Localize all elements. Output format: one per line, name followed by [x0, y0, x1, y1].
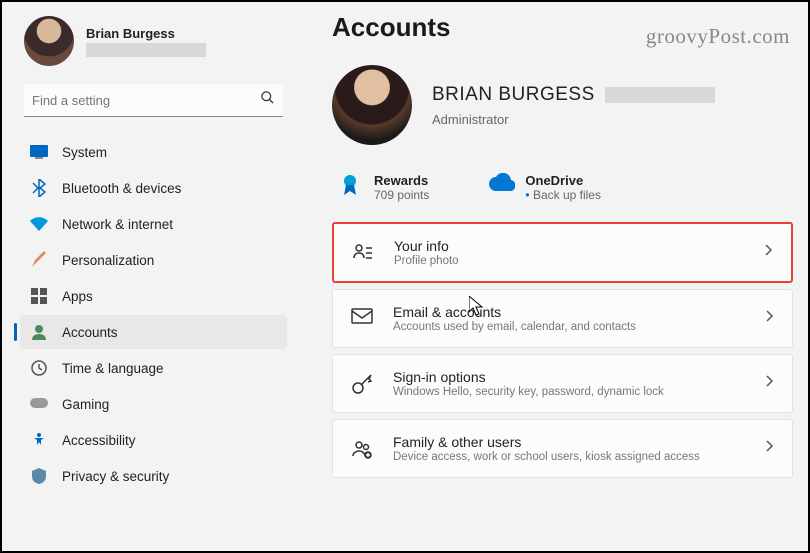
- chevron-right-icon: [764, 309, 774, 328]
- wifi-icon: [30, 215, 48, 233]
- sidebar-item-label: Privacy & security: [62, 469, 169, 484]
- mail-icon: [351, 308, 373, 330]
- account-name: BRIAN BURGESS: [432, 84, 595, 106]
- card-your-info[interactable]: Your info Profile photo: [332, 222, 793, 283]
- user-name: Brian Burgess: [86, 26, 206, 41]
- card-email-accounts[interactable]: Email & accounts Accounts used by email,…: [332, 289, 793, 348]
- bluetooth-icon: [30, 179, 48, 197]
- rewards-icon: [338, 173, 362, 197]
- profile-icon: [352, 242, 374, 264]
- sidebar-item-system[interactable]: System: [20, 135, 287, 169]
- onedrive-stat[interactable]: OneDrive Back up files: [489, 173, 601, 202]
- user-email-placeholder: [86, 43, 206, 57]
- chevron-right-icon: [763, 243, 773, 262]
- sidebar-item-label: Apps: [62, 289, 93, 304]
- sidebar-item-privacy[interactable]: Privacy & security: [20, 459, 287, 493]
- stat-sub: Back up files: [525, 188, 601, 202]
- watermark: groovyPost.com: [646, 24, 790, 49]
- cloud-icon: [489, 173, 513, 197]
- search-box[interactable]: [24, 84, 283, 117]
- rewards-stat[interactable]: Rewards 709 points: [338, 173, 429, 202]
- sidebar-item-time[interactable]: Time & language: [20, 351, 287, 385]
- account-role: Administrator: [432, 112, 715, 127]
- account-header: BRIAN BURGESS Administrator: [332, 65, 793, 145]
- stat-sub: 709 points: [374, 188, 429, 202]
- sidebar-item-gaming[interactable]: Gaming: [20, 387, 287, 421]
- monitor-icon: [30, 143, 48, 161]
- user-avatar: [24, 16, 74, 66]
- account-avatar: [332, 65, 412, 145]
- sidebar-item-apps[interactable]: Apps: [20, 279, 287, 313]
- sidebar-item-label: Personalization: [62, 253, 154, 268]
- card-signin-options[interactable]: Sign-in options Windows Hello, security …: [332, 354, 793, 413]
- person-icon: [30, 323, 48, 341]
- clock-icon: [30, 359, 48, 377]
- account-email-placeholder: [605, 87, 715, 103]
- sidebar-item-bluetooth[interactable]: Bluetooth & devices: [20, 171, 287, 205]
- family-icon: [351, 438, 373, 460]
- sidebar-item-label: Network & internet: [62, 217, 173, 232]
- gamepad-icon: [30, 395, 48, 413]
- sidebar-item-accessibility[interactable]: Accessibility: [20, 423, 287, 457]
- card-sub: Accounts used by email, calendar, and co…: [393, 321, 744, 333]
- card-title: Family & other users: [393, 434, 744, 450]
- brush-icon: [30, 251, 48, 269]
- card-sub: Profile photo: [394, 255, 743, 267]
- sidebar-item-network[interactable]: Network & internet: [20, 207, 287, 241]
- sidebar-item-label: System: [62, 145, 107, 160]
- sidebar-item-label: Accessibility: [62, 433, 136, 448]
- sidebar-item-accounts[interactable]: Accounts: [20, 315, 287, 349]
- search-icon: [260, 90, 275, 110]
- chevron-right-icon: [764, 439, 774, 458]
- stat-title: OneDrive: [525, 173, 601, 188]
- sidebar-item-label: Gaming: [62, 397, 109, 412]
- card-title: Your info: [394, 238, 743, 254]
- stat-title: Rewards: [374, 173, 429, 188]
- key-icon: [351, 373, 373, 395]
- chevron-right-icon: [764, 374, 774, 393]
- card-sub: Windows Hello, security key, password, d…: [393, 386, 744, 398]
- apps-icon: [30, 287, 48, 305]
- card-title: Sign-in options: [393, 369, 744, 385]
- shield-icon: [30, 467, 48, 485]
- search-input[interactable]: [32, 93, 260, 108]
- card-sub: Device access, work or school users, kio…: [393, 451, 744, 463]
- accessibility-icon: [30, 431, 48, 449]
- sidebar-item-personalization[interactable]: Personalization: [20, 243, 287, 277]
- sidebar-item-label: Accounts: [62, 325, 118, 340]
- sidebar-item-label: Time & language: [62, 361, 164, 376]
- user-block[interactable]: Brian Burgess: [20, 16, 287, 66]
- card-family-users[interactable]: Family & other users Device access, work…: [332, 419, 793, 478]
- card-title: Email & accounts: [393, 304, 744, 320]
- sidebar-item-label: Bluetooth & devices: [62, 181, 181, 196]
